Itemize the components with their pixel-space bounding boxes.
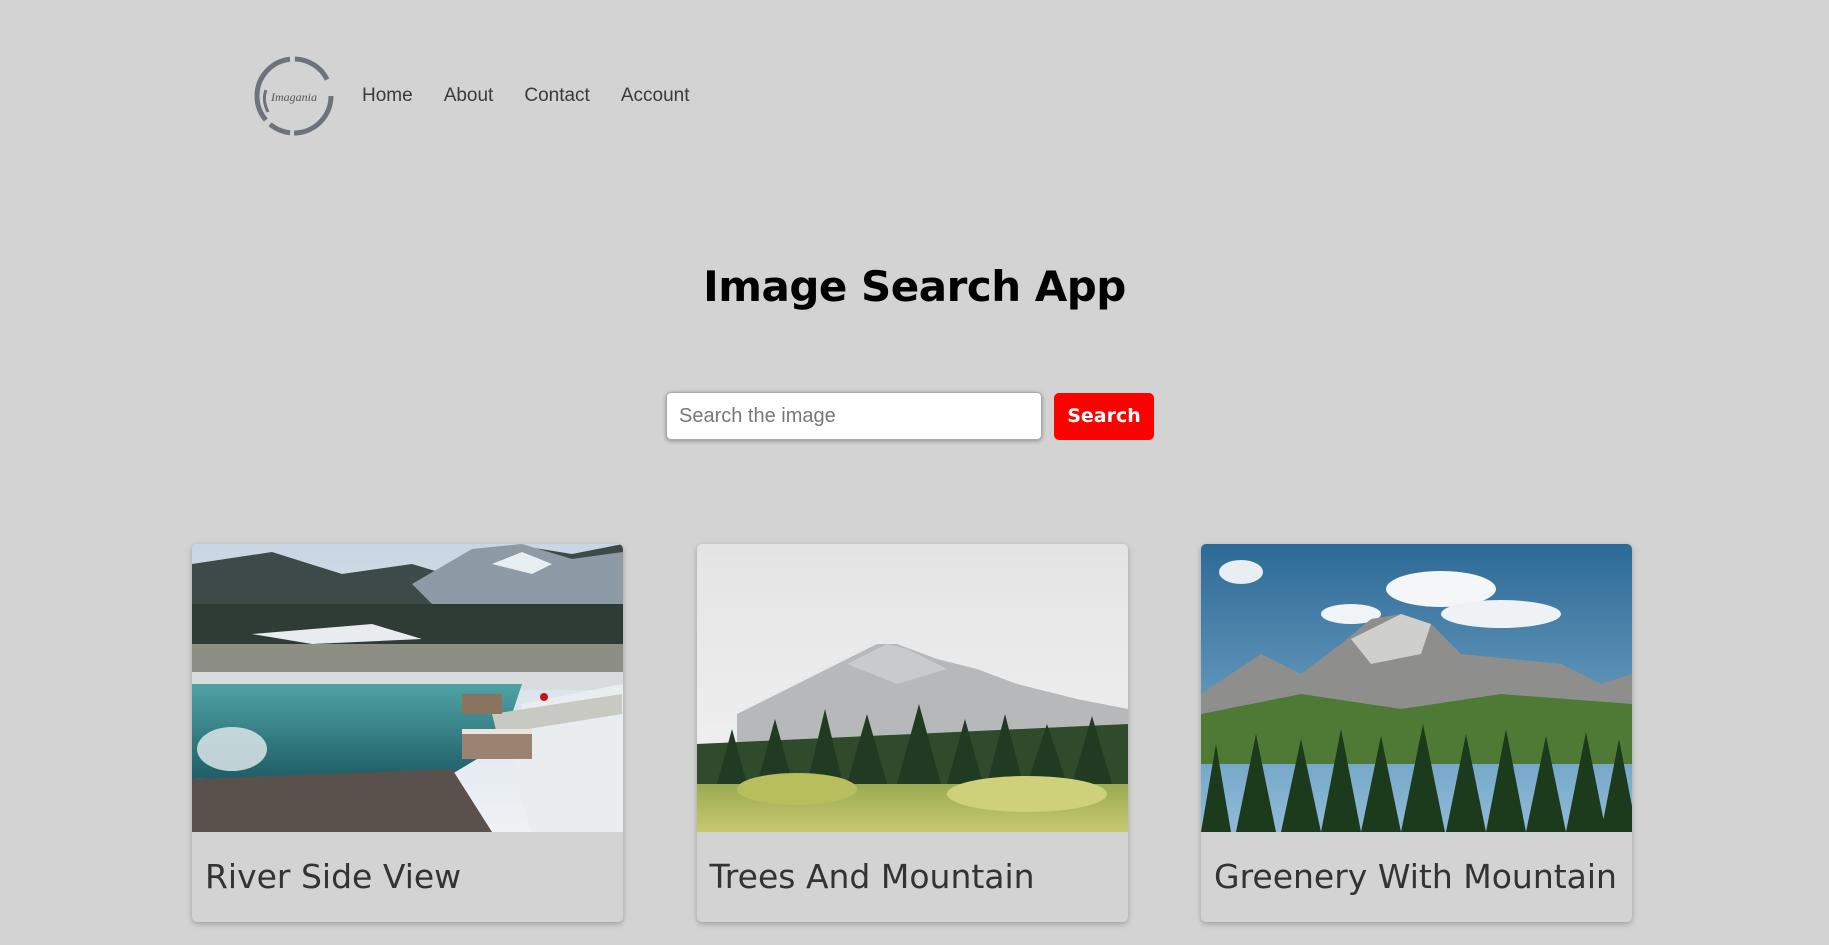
card-title: Greenery With Mountain bbox=[1214, 857, 1617, 896]
nav-links: Home About Contact Account bbox=[362, 85, 720, 107]
page-title: Image Search App bbox=[703, 262, 1126, 311]
search-form: Search bbox=[666, 392, 1154, 440]
result-card[interactable]: Trees And Mountain bbox=[696, 544, 1128, 922]
nav-item-about[interactable]: About bbox=[444, 85, 494, 107]
circle-brush-logo-icon: Imagania bbox=[254, 56, 334, 136]
result-card[interactable]: Greenery With Mountain bbox=[1201, 544, 1632, 922]
result-card[interactable]: River Side View bbox=[192, 544, 623, 922]
card-title: Trees And Mountain bbox=[709, 857, 1035, 896]
misty-mountain-forest-photo[interactable] bbox=[696, 544, 1128, 832]
logo[interactable]: Imagania bbox=[252, 50, 336, 142]
search-input[interactable] bbox=[666, 392, 1042, 440]
results-grid: River Side View Trees And Mountain Green… bbox=[192, 544, 1632, 922]
nav-item-home[interactable]: Home bbox=[362, 85, 413, 107]
nav-item-account[interactable]: Account bbox=[621, 85, 690, 107]
nav-item-contact[interactable]: Contact bbox=[524, 85, 589, 107]
card-title: River Side View bbox=[205, 857, 462, 896]
search-button[interactable]: Search bbox=[1054, 392, 1154, 440]
logo-text: Imagania bbox=[270, 90, 317, 104]
alpine-peak-blue-sky-photo[interactable] bbox=[1201, 544, 1632, 832]
snowy-river-dock-photo[interactable] bbox=[192, 544, 623, 832]
top-nav: Imagania Home About Contact Account bbox=[252, 50, 720, 142]
